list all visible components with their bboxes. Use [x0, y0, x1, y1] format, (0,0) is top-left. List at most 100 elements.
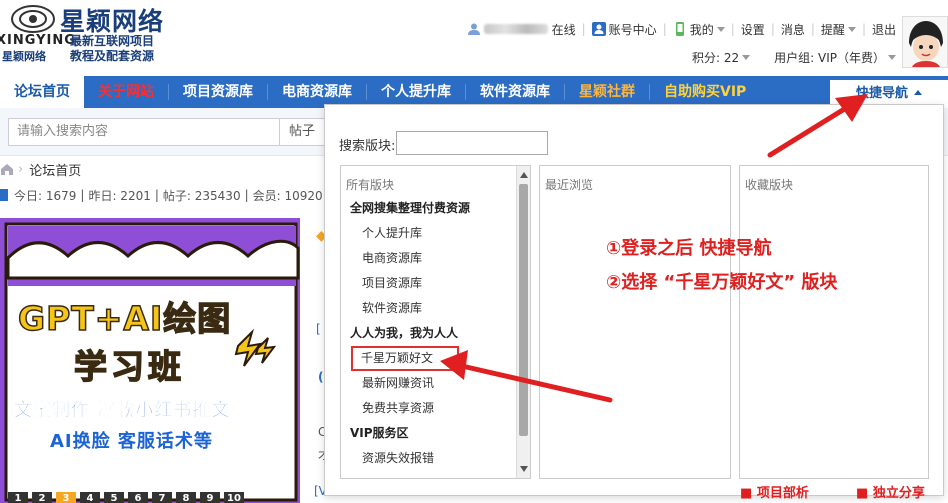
- divider: |: [662, 22, 667, 36]
- divider: |: [770, 22, 775, 36]
- content-fragment: [: [316, 322, 321, 336]
- favorite-forums-panel: 收藏版块: [739, 165, 929, 479]
- scrollbar[interactable]: [516, 166, 530, 478]
- breadcrumb-home[interactable]: 论坛首页: [29, 160, 81, 179]
- account-center-label: 账号中心: [608, 22, 657, 37]
- banner-page-dot[interactable]: 9: [200, 492, 220, 503]
- logout-link[interactable]: 退出: [872, 21, 896, 38]
- reminders-label: 提醒: [820, 22, 845, 37]
- stat-today: 今日: 1679: [14, 188, 77, 203]
- chevron-up-icon: [914, 90, 922, 95]
- username-blurred: [483, 24, 548, 34]
- divider: |: [581, 22, 586, 36]
- logo-english-text: XINGYING: [0, 33, 76, 48]
- mine-menu[interactable]: 我的: [673, 21, 725, 38]
- breadcrumb-separator: ›: [18, 161, 24, 177]
- banner-page-dot[interactable]: 10: [224, 492, 244, 503]
- forum-stats: 今日: 1679 | 昨日: 2201 | 帖子: 235430 | 会员: 1…: [0, 186, 327, 204]
- stat-members: 会员: 10920: [252, 188, 323, 203]
- messages-link[interactable]: 消息: [781, 21, 805, 38]
- forum-item[interactable]: 资源失效报错: [341, 446, 517, 471]
- mine-label: 我的: [689, 22, 714, 37]
- chevron-down-icon: [716, 26, 725, 32]
- logo-emblem-icon: [11, 5, 55, 33]
- forum-search-label: 搜索版块:: [339, 139, 396, 154]
- quick-nav-popup: 搜索版块: 所有版块 全网搜集整理付费资源 个人提升库 电商资源库 项目资源库 软件资源…: [324, 104, 944, 496]
- banner-page-dot[interactable]: 2: [32, 492, 52, 503]
- content-fragment: ■ 项目部析: [740, 486, 809, 501]
- search-input[interactable]: 请输入搜索内容: [8, 118, 280, 146]
- forum-item[interactable]: 软件资源库: [341, 296, 517, 321]
- user-group-menu[interactable]: 用户组: VIP（年费）: [774, 49, 896, 66]
- banner-page-dot[interactable]: 1: [8, 492, 28, 503]
- bottom-label-2: 独立分享: [872, 486, 925, 501]
- account-icon: [591, 22, 606, 36]
- banner-subtitle-1: 文案制作 爆款小红书推文: [14, 400, 231, 422]
- nav-about[interactable]: 关于网站: [84, 76, 168, 108]
- home-icon[interactable]: [0, 162, 14, 176]
- search-type-select[interactable]: 帖子: [280, 118, 326, 146]
- stats-icon: [0, 189, 8, 201]
- user-toolbar: 在线 | 账号中心 | 我的 | 设置 | 消息 | 提醒 | 退出: [457, 20, 896, 38]
- forum-item[interactable]: 电商资源库: [341, 246, 517, 271]
- scroll-up-icon[interactable]: [520, 172, 528, 178]
- logo-slogan: 最新互联网项目 教程及配套资源: [70, 34, 154, 64]
- chevron-down-icon: [847, 26, 856, 32]
- nav-forum-home[interactable]: 论坛首页: [0, 76, 84, 108]
- divider: |: [80, 188, 85, 202]
- divider: |: [730, 22, 735, 36]
- user-stats-bar: 积分: 22 用户组: VIP（年费）: [668, 48, 896, 66]
- reminders-menu[interactable]: 提醒: [821, 21, 856, 38]
- divider: |: [244, 188, 249, 202]
- forum-group-header[interactable]: VIP服务区: [341, 421, 517, 446]
- points-menu[interactable]: 积分: 22: [692, 49, 751, 66]
- chevron-down-icon: [742, 54, 751, 60]
- banner-page-dot[interactable]: 5: [104, 492, 124, 503]
- online-label: 在线: [551, 22, 576, 37]
- forum-item[interactable]: 千星万颖好文: [351, 346, 459, 371]
- banner-page-dot[interactable]: 4: [80, 492, 100, 503]
- nav-project-library[interactable]: 项目资源库: [169, 76, 267, 108]
- banner-pager: 1 2 3 4 5 6 7 8 9 10: [8, 492, 248, 503]
- forum-item[interactable]: 免费共享资源: [341, 396, 517, 421]
- stat-yesterday: 昨日: 2201: [88, 188, 151, 203]
- scroll-thumb[interactable]: [519, 184, 528, 436]
- chevron-down-icon: [888, 54, 896, 60]
- slogan-line-2: 教程及配套资源: [70, 49, 155, 63]
- user-icon: [467, 23, 480, 35]
- content-fragment: (: [318, 370, 324, 384]
- banner-page-dot[interactable]: 6: [128, 492, 148, 503]
- favorite-forums-heading: 收藏版块: [745, 178, 794, 192]
- promo-banner[interactable]: GPT+AI绘图 学习班 文案制作 爆款小红书推文 AI换脸 客服话术等 123…: [0, 218, 300, 503]
- user-group-label: 用户组: VIP（年费）: [774, 50, 885, 65]
- banner-title-2: 学习班: [73, 346, 185, 387]
- forum-list: 全网搜集整理付费资源 个人提升库 电商资源库 项目资源库 软件资源库 人人为我，我为人人千…: [341, 196, 517, 471]
- settings-link[interactable]: 设置: [741, 21, 765, 38]
- quick-nav-label: 快捷导航: [855, 86, 908, 101]
- site-logo[interactable]: 星颖网络 XINGYING 星颖网络 最新互联网项目 教程及配套资源: [0, 0, 180, 68]
- forum-item[interactable]: 最新网赚资讯: [341, 371, 517, 396]
- banner-subtitle-2: AI换脸 客服话术等: [50, 431, 213, 452]
- forum-item[interactable]: 项目资源库: [341, 271, 517, 296]
- all-forums-panel: 所有版块 全网搜集整理付费资源 个人提升库 电商资源库 项目资源库 软件资源库 人人为我，…: [340, 165, 531, 479]
- messages-label: 消息: [780, 22, 805, 37]
- site-header: 星颖网络 XINGYING 星颖网络 最新互联网项目 教程及配套资源 在线 | …: [0, 0, 948, 76]
- forum-item[interactable]: 个人提升库: [341, 221, 517, 246]
- recent-forums-heading: 最近浏览: [545, 178, 594, 192]
- breadcrumb: › 论坛首页: [0, 160, 81, 179]
- logo-sub-text: 星颖网络: [2, 50, 46, 63]
- slogan-line-1: 最新互联网项目: [70, 34, 155, 48]
- avatar[interactable]: [902, 16, 948, 68]
- forum-group-header[interactable]: 人人为我，我为人人: [341, 321, 517, 346]
- banner-page-dot[interactable]: 7: [152, 492, 172, 503]
- stat-posts: 帖子: 235430: [162, 188, 241, 203]
- settings-label: 设置: [740, 22, 765, 37]
- online-status[interactable]: 在线: [467, 21, 576, 38]
- forum-group-header[interactable]: 全网搜集整理付费资源: [341, 196, 517, 221]
- scroll-down-icon[interactable]: [520, 466, 528, 472]
- banner-page-dot[interactable]: 3: [56, 492, 76, 503]
- account-center-link[interactable]: 账号中心: [591, 21, 657, 38]
- banner-page-dot[interactable]: 8: [176, 492, 196, 503]
- forum-search-input[interactable]: [396, 131, 548, 155]
- annotation-step-1: ①登录之后 快捷导航: [606, 238, 772, 259]
